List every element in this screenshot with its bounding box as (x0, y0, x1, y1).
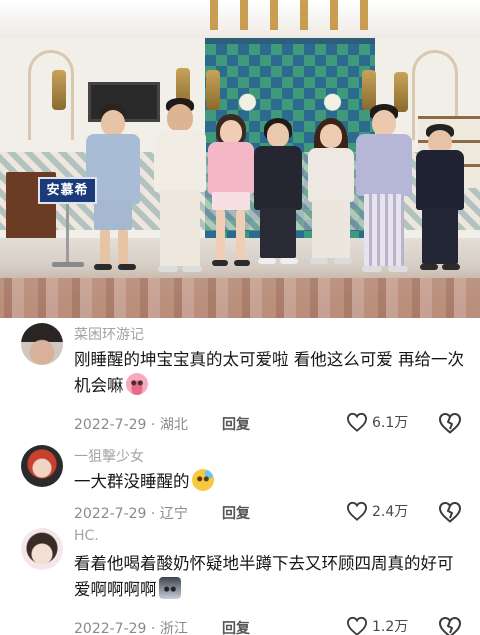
comment-meta: 2022-7-29 · 辽宁 (74, 503, 188, 523)
lantern (394, 72, 408, 112)
pig-face-emoji (125, 373, 148, 395)
broken-heart-icon (439, 413, 461, 434)
dislike-button[interactable] (438, 412, 462, 434)
separator: · (150, 506, 156, 522)
dislike-button[interactable] (438, 616, 462, 635)
avatar[interactable] (21, 445, 63, 487)
comment-body: 一大群没睡醒的 (74, 472, 190, 491)
comment-date: 2022-7-29 (74, 417, 147, 433)
heart-icon (346, 616, 368, 635)
lantern (52, 70, 66, 110)
heart-icon (346, 412, 368, 432)
separator: · (150, 621, 156, 635)
sign-pole (66, 200, 69, 266)
separator: · (150, 417, 156, 433)
comment-text: 一大群没睡醒的 (74, 469, 466, 495)
comment-location: 辽宁 (159, 506, 188, 522)
cat-face-emoji (158, 577, 181, 599)
like-count: 1.2万 (372, 619, 409, 635)
comment-meta: 2022-7-29 · 浙江 (74, 618, 188, 635)
rug (0, 278, 480, 318)
username[interactable]: 一狙擊少女 (74, 446, 144, 466)
comment-location: 浙江 (159, 621, 188, 635)
comment-list: 菜困环游记 刚睡醒的坤宝宝真的太可爱啦 看他这么可爱 再给一次机会嘛 2022-… (0, 318, 480, 635)
comment-meta: 2022-7-29 · 湖北 (74, 414, 188, 434)
like-button[interactable]: 2.4万 (346, 501, 408, 521)
comment-text: 刚睡醒的坤宝宝真的太可爱啦 看他这么可爱 再给一次机会嘛 (74, 347, 466, 399)
video-frame[interactable]: 安慕希 (0, 0, 480, 318)
broken-heart-icon (439, 617, 461, 635)
like-button[interactable]: 6.1万 (346, 412, 408, 432)
avatar[interactable] (21, 323, 63, 365)
like-count: 2.4万 (372, 504, 409, 520)
wall-arch (28, 50, 74, 140)
lantern (206, 70, 220, 110)
reply-button[interactable]: 回复 (222, 618, 250, 635)
reply-button[interactable]: 回复 (222, 503, 250, 523)
like-count: 6.1万 (372, 415, 409, 431)
username[interactable]: 菜困环游记 (74, 324, 144, 344)
avatar[interactable] (21, 528, 63, 570)
reply-button[interactable]: 回复 (222, 414, 250, 434)
broken-heart-icon (439, 502, 461, 523)
sweat-smile-emoji (191, 469, 214, 491)
comment-date: 2022-7-29 (74, 621, 147, 635)
comment-body: 看着他喝着酸奶怀疑地半蹲下去又环顾四周真的好可爱啊啊啊啊 (74, 554, 454, 599)
username[interactable]: HC. (74, 528, 99, 544)
like-button[interactable]: 1.2万 (346, 616, 408, 635)
comment-text: 看着他喝着酸奶怀疑地半蹲下去又环顾四周真的好可爱啊啊啊啊 (74, 551, 466, 603)
comment-date: 2022-7-29 (74, 506, 147, 522)
comment-location: 湖北 (159, 417, 188, 433)
sign-base (52, 262, 84, 267)
dislike-button[interactable] (438, 501, 462, 523)
station-sign: 安慕希 (38, 177, 97, 204)
lantern (362, 70, 376, 110)
heart-icon (346, 501, 368, 521)
chandelier (210, 0, 370, 30)
